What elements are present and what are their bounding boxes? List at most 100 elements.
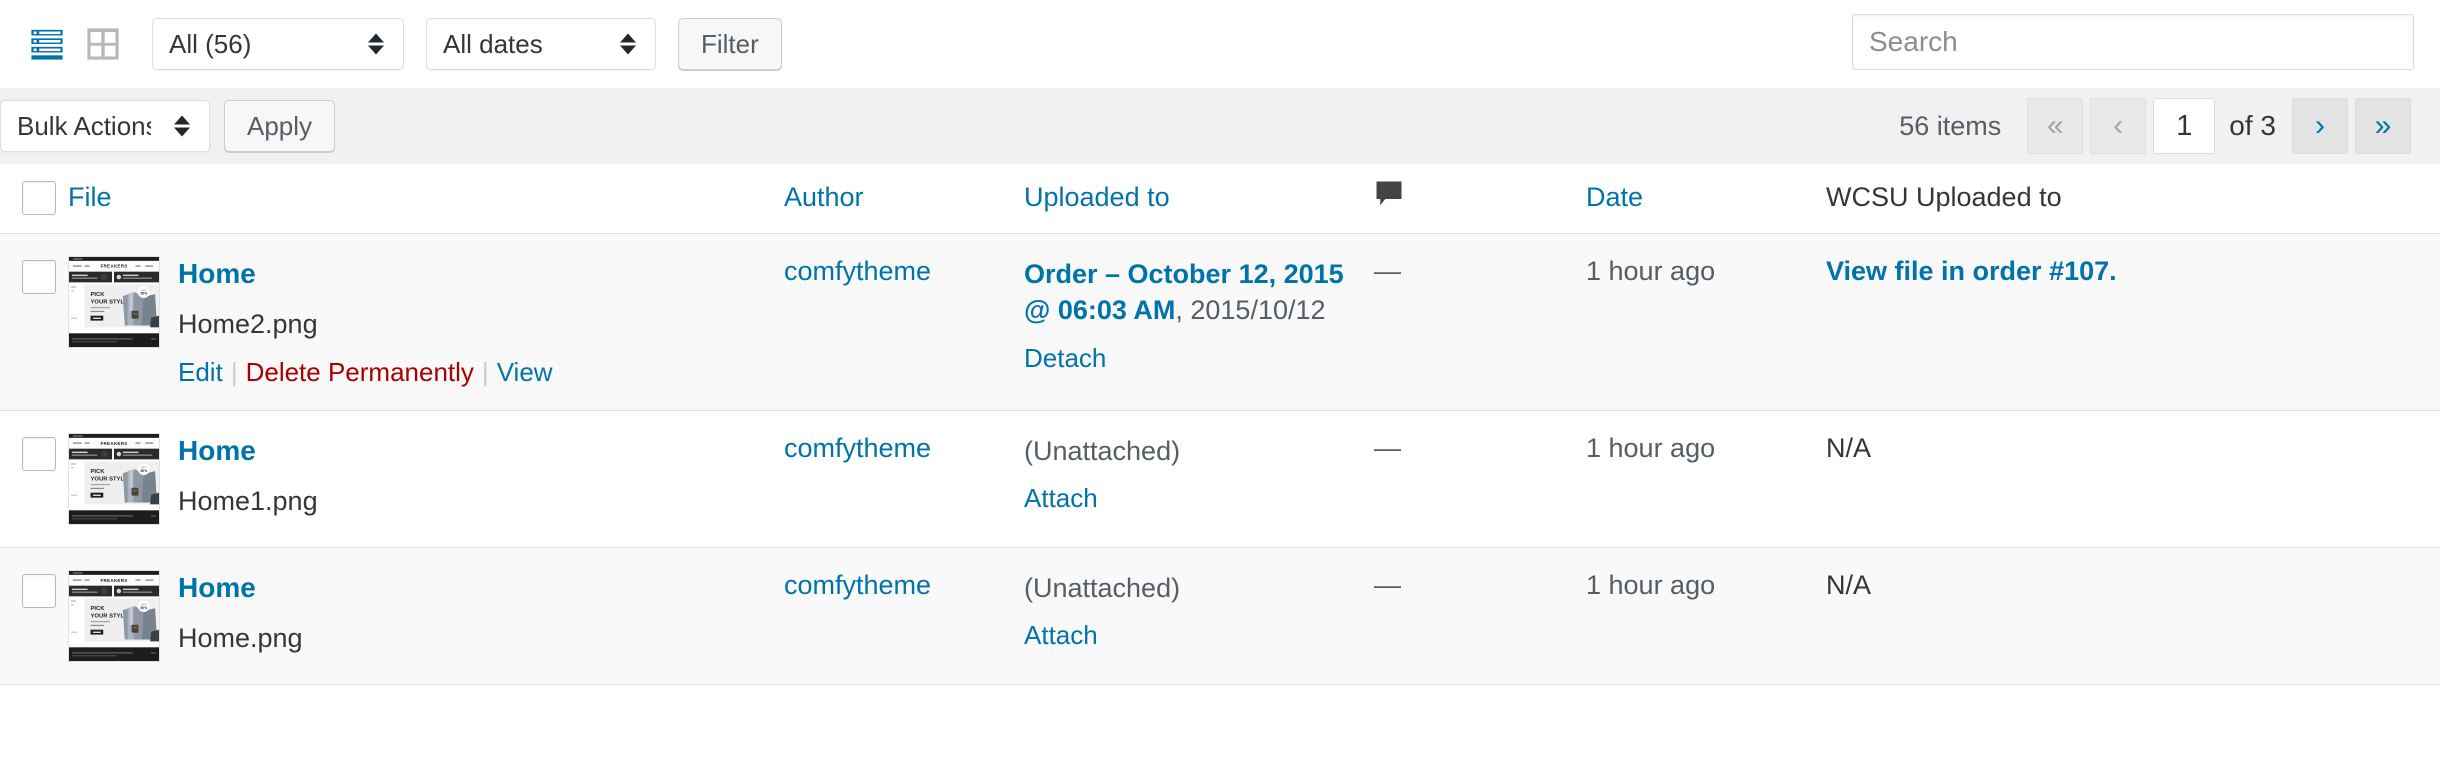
uploaded-to-cell: (Unattached) Attach bbox=[1024, 547, 1374, 684]
svg-text:PICK: PICK bbox=[91, 292, 106, 298]
column-header-author[interactable]: Author bbox=[784, 164, 1024, 234]
column-header-comments[interactable] bbox=[1374, 164, 1586, 234]
column-header-file[interactable]: File bbox=[68, 164, 784, 234]
table-nav-top: Bulk Actions Apply 56 items « ‹ 1 of 3 ›… bbox=[0, 88, 2440, 164]
apply-button[interactable]: Apply bbox=[224, 100, 336, 152]
filter-button[interactable]: Filter bbox=[678, 18, 782, 70]
file-name: Home1.png bbox=[178, 485, 318, 516]
column-header-date[interactable]: Date bbox=[1586, 164, 1826, 234]
table-row: FREAKERS PICK YOUR STYLE SALE 50% Home H… bbox=[0, 547, 2440, 685]
search-input[interactable] bbox=[1852, 14, 2414, 70]
svg-text:YOUR STYLE: YOUR STYLE bbox=[91, 476, 129, 482]
svg-text:FREAKERS: FREAKERS bbox=[100, 440, 127, 445]
date-filter-select[interactable]: All dates bbox=[426, 18, 656, 70]
action-separator: | bbox=[230, 356, 238, 387]
svg-text:PICK: PICK bbox=[91, 469, 106, 475]
file-cell: FREAKERS PICK YOUR STYLE SALE 50% Home H… bbox=[68, 234, 784, 411]
media-table: File Author Uploaded to Date WCSU Upload… bbox=[0, 164, 2440, 685]
file-cell: FREAKERS PICK YOUR STYLE SALE 50% Home H… bbox=[68, 410, 784, 547]
svg-text:PICK: PICK bbox=[91, 606, 106, 612]
author-cell: comfytheme bbox=[784, 234, 1024, 411]
attach-detach-link[interactable]: Attach bbox=[1024, 618, 1374, 653]
view-mode-switch bbox=[24, 21, 126, 67]
svg-text:50%: 50% bbox=[141, 292, 148, 296]
media-toolbar: All (56) All dates Filter bbox=[0, 0, 2440, 88]
media-library-screen: All (56) All dates Filter Bulk Actions A… bbox=[0, 0, 2440, 767]
table-row: FREAKERS PICK YOUR STYLE SALE 50% Home H… bbox=[0, 410, 2440, 548]
delete-permanently-link[interactable]: Delete Permanently bbox=[246, 357, 474, 387]
attach-detach-link[interactable]: Attach bbox=[1024, 481, 1374, 516]
file-title-link[interactable]: Home bbox=[178, 258, 553, 290]
table-body: FREAKERS PICK YOUR STYLE SALE 50% Home H… bbox=[0, 233, 2440, 685]
row-select-cell bbox=[0, 234, 68, 411]
row-select-cell bbox=[0, 547, 68, 684]
file-title-link[interactable]: Home bbox=[178, 572, 303, 604]
column-header-uploaded-to[interactable]: Uploaded to bbox=[1024, 164, 1374, 234]
list-view-icon[interactable] bbox=[24, 21, 70, 67]
bulk-actions-wrap: Bulk Actions bbox=[0, 100, 210, 152]
date-value: 1 hour ago bbox=[1586, 432, 1716, 463]
svg-text:50%: 50% bbox=[141, 468, 148, 472]
comments-count: — bbox=[1374, 256, 1401, 286]
comments-count: — bbox=[1374, 569, 1401, 600]
comments-cell: — bbox=[1374, 547, 1586, 684]
author-link[interactable]: comfytheme bbox=[784, 570, 931, 600]
last-page-button[interactable]: » bbox=[2355, 98, 2411, 154]
comments-count: — bbox=[1374, 432, 1401, 463]
date-value: 1 hour ago bbox=[1586, 569, 1716, 600]
table-header: File Author Uploaded to Date WCSU Upload… bbox=[0, 164, 2440, 234]
file-cell: FREAKERS PICK YOUR STYLE SALE 50% Home H… bbox=[68, 547, 784, 684]
attach-detach-link[interactable]: Detach bbox=[1024, 341, 1374, 376]
bulk-actions-select[interactable]: Bulk Actions bbox=[0, 100, 210, 152]
total-pages-label: of 3 bbox=[2229, 110, 2276, 141]
row-actions: Edit | Delete Permanently | View bbox=[178, 357, 553, 388]
status-filter-select[interactable]: All (56) bbox=[152, 18, 404, 70]
file-title-link[interactable]: Home bbox=[178, 435, 318, 467]
current-page-input[interactable]: 1 bbox=[2153, 98, 2216, 154]
file-thumbnail[interactable]: FREAKERS PICK YOUR STYLE SALE 50% bbox=[68, 569, 160, 662]
view-link[interactable]: View bbox=[497, 357, 553, 387]
items-count: 56 items bbox=[1899, 110, 2002, 141]
pagination: 56 items « ‹ 1 of 3 › » bbox=[1899, 98, 2418, 154]
select-all-header bbox=[0, 164, 68, 234]
comment-bubble-icon bbox=[1374, 180, 1404, 215]
date-cell: 1 hour ago bbox=[1586, 234, 1826, 411]
wcsu-value: N/A bbox=[1826, 569, 1872, 600]
row-checkbox[interactable] bbox=[22, 436, 56, 471]
svg-text:YOUR STYLE: YOUR STYLE bbox=[91, 613, 129, 619]
author-link[interactable]: comfytheme bbox=[784, 433, 931, 463]
svg-text:50%: 50% bbox=[141, 605, 148, 609]
comments-cell: — bbox=[1374, 410, 1586, 547]
row-checkbox[interactable] bbox=[22, 573, 56, 608]
file-name: Home.png bbox=[178, 622, 303, 653]
uploaded-to-cell: Order – October 12, 2015 @ 06:03 AM, 201… bbox=[1024, 234, 1374, 411]
status-filter-wrap: All (56) bbox=[152, 18, 404, 70]
wcsu-cell: N/A bbox=[1826, 410, 2440, 547]
wcsu-value: N/A bbox=[1826, 432, 1872, 463]
next-page-button[interactable]: › bbox=[2292, 98, 2348, 154]
table-header-row: File Author Uploaded to Date WCSU Upload… bbox=[0, 164, 2440, 234]
edit-link[interactable]: Edit bbox=[178, 357, 223, 387]
date-cell: 1 hour ago bbox=[1586, 410, 1826, 547]
date-value: 1 hour ago bbox=[1586, 256, 1716, 286]
author-cell: comfytheme bbox=[784, 410, 1024, 547]
date-filter-wrap: All dates bbox=[426, 18, 656, 70]
prev-page-button[interactable]: ‹ bbox=[2090, 98, 2147, 154]
uploaded-to-status: (Unattached) bbox=[1024, 435, 1181, 466]
svg-text:FREAKERS: FREAKERS bbox=[100, 264, 127, 269]
comments-cell: — bbox=[1374, 234, 1586, 411]
uploaded-to-cell: (Unattached) Attach bbox=[1024, 410, 1374, 547]
first-page-button[interactable]: « bbox=[2027, 98, 2084, 154]
uploaded-to-status: (Unattached) bbox=[1024, 572, 1181, 603]
file-thumbnail[interactable]: FREAKERS PICK YOUR STYLE SALE 50% bbox=[68, 256, 160, 348]
author-link[interactable]: comfytheme bbox=[784, 256, 931, 286]
wcsu-order-link[interactable]: View file in order #107. bbox=[1826, 256, 2117, 286]
column-header-wcsu: WCSU Uploaded to bbox=[1826, 164, 2440, 234]
row-checkbox[interactable] bbox=[22, 260, 56, 294]
svg-text:YOUR STYLE: YOUR STYLE bbox=[91, 299, 129, 305]
wcsu-cell: N/A bbox=[1826, 547, 2440, 684]
select-all-checkbox[interactable] bbox=[22, 180, 56, 215]
file-thumbnail[interactable]: FREAKERS PICK YOUR STYLE SALE 50% bbox=[68, 432, 160, 525]
row-select-cell bbox=[0, 410, 68, 547]
grid-view-icon[interactable] bbox=[80, 21, 126, 67]
